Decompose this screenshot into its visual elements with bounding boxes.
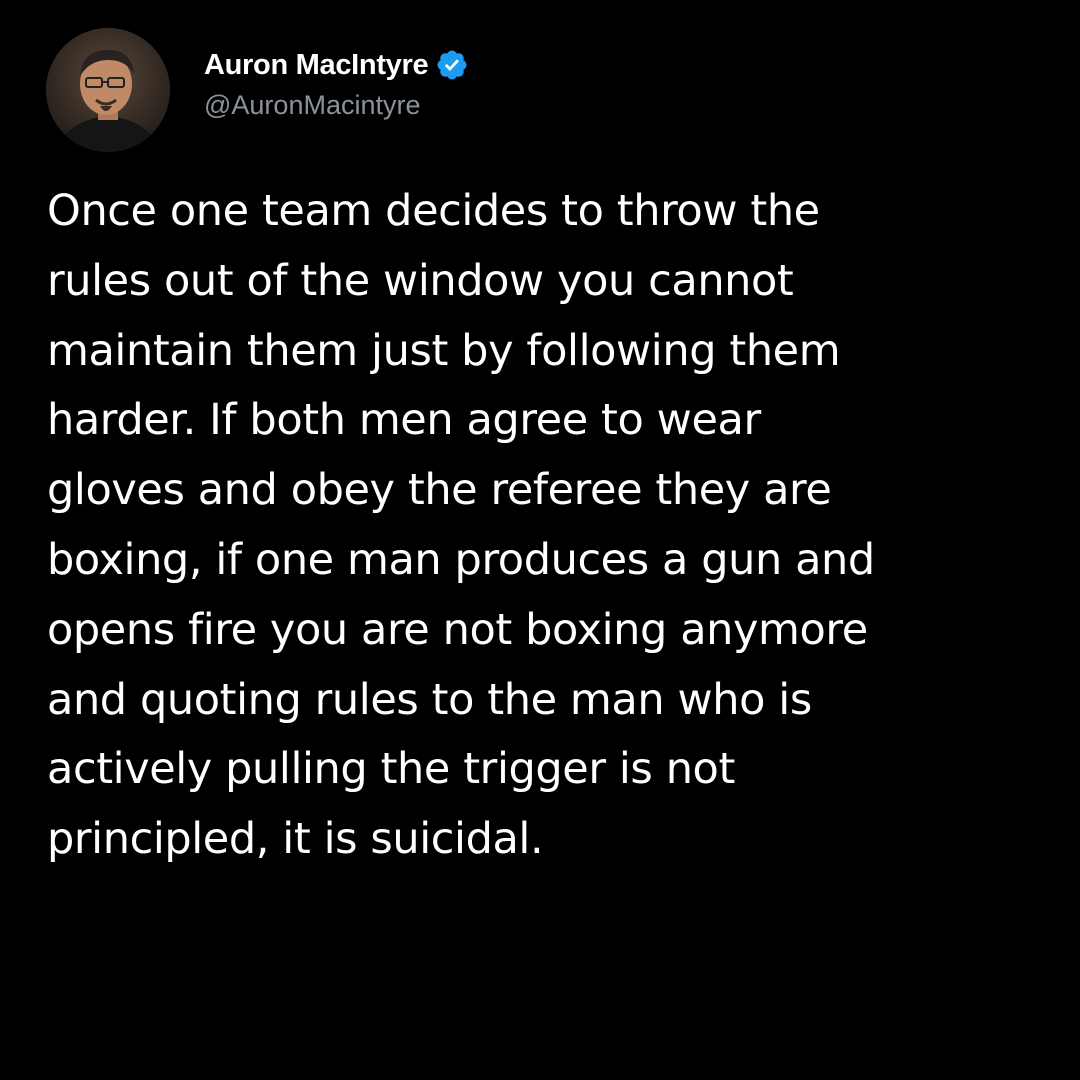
author-display-name[interactable]: Auron MacIntyre: [204, 48, 429, 82]
tweet-header: Auron MacIntyre @AuronMacintyre: [46, 28, 469, 152]
profile-photo-icon: [46, 28, 170, 152]
tweet-text: Once one team decides to throw the rules…: [47, 186, 875, 865]
author-handle[interactable]: @AuronMacintyre: [204, 88, 469, 122]
verified-badge-icon: [435, 48, 469, 82]
avatar[interactable]: [46, 28, 170, 152]
author-identity: Auron MacIntyre @AuronMacintyre: [204, 48, 469, 122]
name-row: Auron MacIntyre: [204, 48, 469, 82]
